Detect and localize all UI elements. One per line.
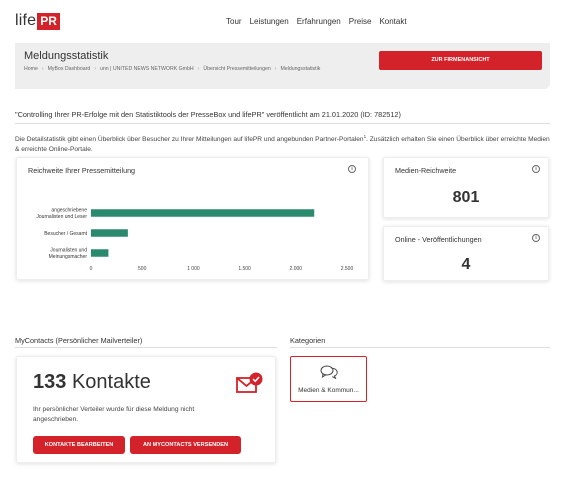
breadcrumb-separator-icon: › (274, 66, 277, 72)
bar-1[interactable] (91, 229, 128, 237)
page-title: Meldungsstatistik (24, 50, 109, 62)
x-tick-label: 2.000 (290, 266, 303, 272)
mycontacts-section-title: MyContacts (Persönlicher Mailverteiler) (15, 336, 143, 345)
breadcrumb-home[interactable]: Home (24, 66, 38, 72)
x-tick-label: 2.500 (341, 266, 354, 272)
logo-box: PR (37, 12, 60, 30)
main-nav: Tour Leistungen Erfahrungen Preise Konta… (226, 17, 407, 26)
intro-part1: Die Detailstatistik gibt einen Überblick… (15, 136, 364, 144)
intro-text: Die Detailstatistik gibt einen Überblick… (15, 132, 555, 155)
contacts-count-label: Kontakte (71, 371, 151, 393)
release-title: "Controlling Ihrer PR-Erfolge mit den St… (15, 110, 401, 119)
lifepr-logo[interactable]: life PR (15, 12, 60, 30)
media-reach-card: Medien-Reichweite i 801 (383, 157, 549, 218)
online-publications-value: 4 (461, 256, 471, 273)
category-tile-media[interactable]: Medien & Kommun... (290, 356, 367, 402)
nav-kontakt[interactable]: Kontakt (379, 17, 406, 26)
info-icon[interactable]: i (348, 165, 356, 173)
reach-chart-card: Reichweite Ihrer Pressemitteilung i ange… (16, 157, 369, 280)
contacts-count: 133 Kontakte (33, 371, 151, 394)
release-divider (15, 123, 550, 124)
category-label-1: Besucher / Gesamt (44, 231, 87, 237)
online-publications-card: Online - Veröffentlichungen i 4 (383, 226, 549, 281)
bar-0[interactable] (91, 209, 315, 217)
chat-bubbles-icon (320, 365, 338, 379)
breadcrumb-separator-icon: › (197, 66, 200, 72)
categories-divider (290, 347, 550, 348)
breadcrumb-overview[interactable]: Übersicht Pressemitteilungen (203, 66, 270, 72)
nav-tour[interactable]: Tour (226, 17, 242, 26)
category-label-0: angeschriebene Journalisten und Leser (36, 208, 87, 220)
contacts-description: Ihr persönlicher Verteiler wurde für die… (33, 406, 195, 423)
reach-bar-chart: angeschriebene Journalisten und Leser Besu… (36, 208, 354, 272)
breadcrumb-dashboard[interactable]: MyBox Dashboard (48, 66, 91, 72)
info-icon[interactable]: i (532, 165, 540, 173)
breadcrumb-current: Meldungsstatistik (280, 66, 321, 72)
reach-card-title: Reichweite Ihrer Pressemitteilung (28, 166, 136, 175)
media-reach-value: 801 (452, 189, 480, 206)
mycontacts-card: 133 Kontakte Ihr persönlicher Verteiler … (16, 356, 276, 463)
online-publications-title: Online - Veröffentlichungen (395, 235, 482, 244)
logo-text: life (15, 12, 37, 29)
send-mycontacts-button[interactable]: AN MYCONTACTS VERSENDEN (130, 436, 241, 454)
x-tick-label: 1 000 (187, 266, 200, 272)
media-reach-title: Medien-Reichweite (395, 166, 457, 175)
info-icon[interactable]: i (532, 234, 540, 242)
category-label-2: Journalisten und Meinungsmacher (49, 248, 88, 260)
edit-contacts-button[interactable]: KONTAKTE BEARBEITEN (33, 436, 125, 454)
breadcrumb-separator-icon: › (41, 66, 44, 72)
firm-view-button[interactable]: ZUR FIRMENANSICHT (379, 51, 542, 70)
x-tick-label: 500 (138, 266, 147, 272)
mycontacts-divider (15, 347, 277, 348)
top-navigation-bar: life PR Tour Leistungen Erfahrungen Prei… (0, 0, 565, 40)
nav-leistungen[interactable]: Leistungen (250, 17, 289, 26)
x-tick-label: 0 (90, 266, 93, 272)
breadcrumb: Home › MyBox Dashboard › unn | UNITED NE… (24, 66, 320, 72)
nav-preise[interactable]: Preise (349, 17, 372, 26)
contacts-count-number: 133 (33, 371, 67, 393)
mail-check-icon (236, 372, 263, 393)
bar-2[interactable] (91, 249, 109, 257)
breadcrumb-separator-icon: › (94, 66, 96, 72)
category-label: Medien & Kommun... (298, 387, 359, 394)
x-tick-label: 1.500 (238, 266, 251, 272)
categories-section-title: Kategorien (290, 336, 326, 345)
breadcrumb-company[interactable]: unn | UNITED NEWS NETWORK GmbH (100, 66, 194, 72)
nav-erfahrungen[interactable]: Erfahrungen (297, 17, 341, 26)
